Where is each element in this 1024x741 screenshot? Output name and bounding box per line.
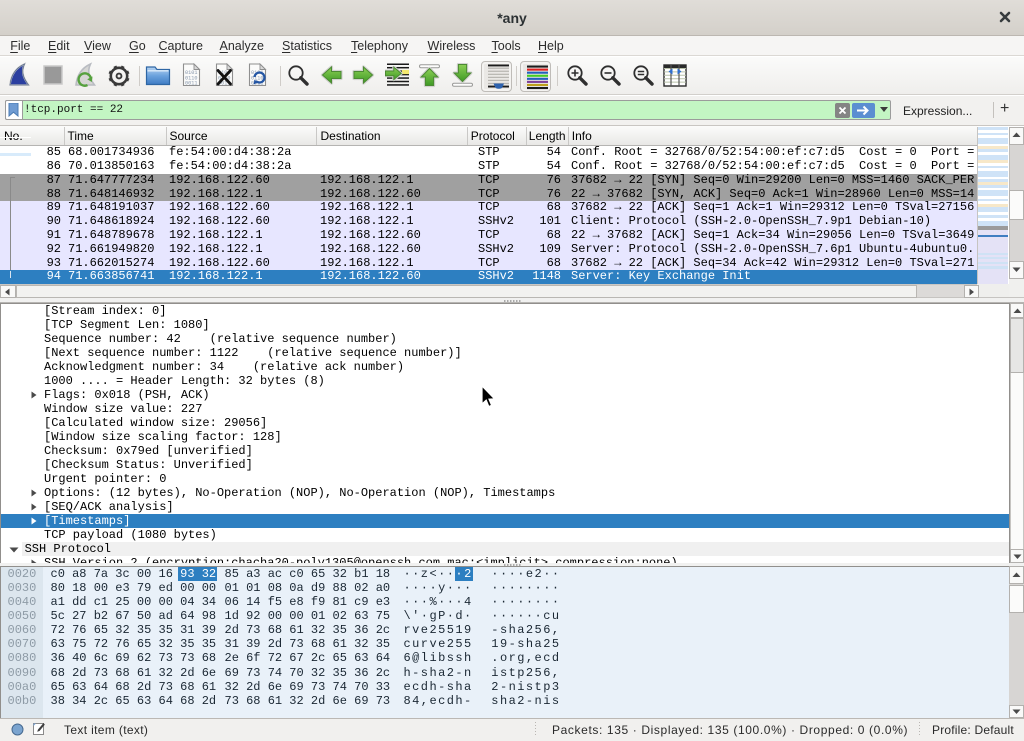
svg-text:0011: 0011 xyxy=(185,81,197,87)
